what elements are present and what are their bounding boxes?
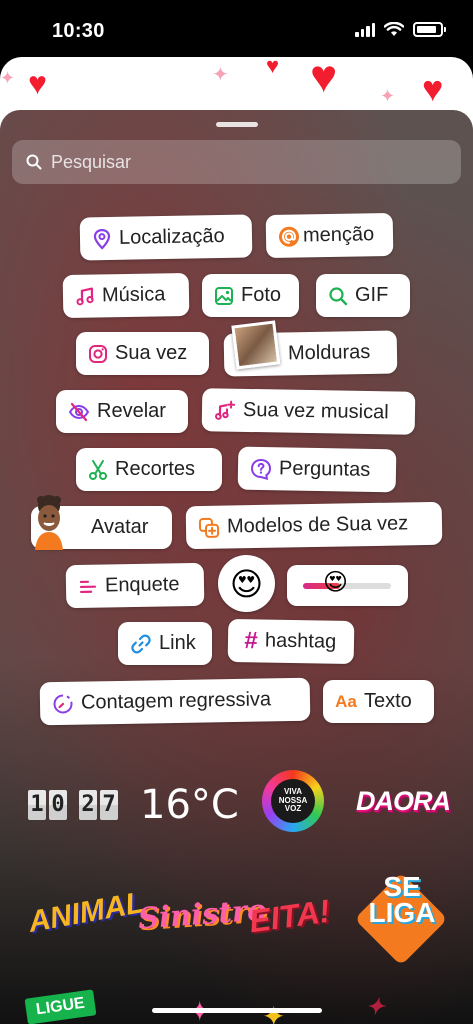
your-turn-music-label: Sua vez musical — [242, 398, 389, 424]
battery-icon — [413, 22, 446, 37]
link-sticker[interactable]: Link — [118, 622, 212, 665]
sparkle-icon: ✦ — [380, 86, 396, 106]
search-input[interactable] — [51, 151, 461, 173]
location-sticker[interactable]: Localização — [79, 214, 253, 261]
poll-label: Enquete — [104, 573, 180, 597]
status-time: 10:30 — [52, 20, 105, 42]
reveal-sticker[interactable]: Revelar — [56, 390, 188, 433]
daora-sticker[interactable]: DAORA — [356, 786, 451, 817]
templates-add-icon — [198, 517, 220, 538]
cellular-signal-icon — [355, 22, 375, 37]
se-liga-sticker[interactable]: SE LIGA — [354, 870, 448, 966]
avatar-image — [35, 495, 63, 550]
location-pin-icon — [93, 228, 111, 250]
gif-label: GIF — [355, 284, 389, 306]
questions-sticker[interactable]: Perguntas — [237, 446, 397, 493]
slider-knob-emoji: 😍 — [323, 569, 349, 596]
cutouts-label: Recortes — [115, 458, 196, 480]
hashtag-sticker[interactable]: # hashtag — [227, 618, 355, 665]
hashtag-label: hashtag — [264, 629, 337, 653]
music-add-icon — [215, 400, 236, 420]
photo-label: Foto — [241, 284, 282, 306]
heart-icon: ♥ — [28, 65, 47, 101]
partial-red-sticker[interactable]: ✦ — [366, 994, 384, 1020]
countdown-timer-icon — [53, 693, 73, 713]
music-label: Música — [101, 283, 166, 307]
photo-sticker[interactable]: Foto — [202, 274, 299, 317]
se-liga-line: LIGA — [368, 897, 436, 928]
hashtag-icon: # — [244, 626, 258, 654]
gif-search-icon — [329, 286, 348, 305]
frame-photo-thumbnail — [231, 320, 281, 370]
sparkle-icon: ✦ — [212, 64, 229, 86]
mention-at-icon — [279, 226, 300, 247]
questions-label: Perguntas — [278, 457, 371, 481]
your-turn-music-sticker[interactable]: Sua vez musical — [201, 388, 416, 435]
heart-icon: ♥ — [310, 57, 338, 102]
link-label: Link — [159, 632, 196, 654]
avatar-sticker[interactable]: Avatar — [31, 495, 172, 550]
reveal-label: Revelar — [97, 400, 166, 422]
heart-icon: ♥ — [422, 68, 444, 109]
music-sticker[interactable]: Música — [62, 272, 190, 319]
clock-digit: 2 — [79, 790, 97, 820]
cutouts-sticker[interactable]: Recortes — [76, 448, 222, 491]
question-bubble-icon — [251, 458, 272, 480]
countdown-label: Contagem regressiva — [80, 688, 272, 714]
viva-line: VOZ — [284, 804, 302, 814]
frames-sticker[interactable]: Molduras — [223, 320, 398, 377]
clock-sticker[interactable]: 1 0 2 7 — [28, 790, 118, 820]
clock-digit: 0 — [49, 790, 67, 820]
wifi-icon — [384, 22, 404, 36]
status-icons — [355, 22, 446, 37]
viva-nossa-voz-sticker[interactable]: VIVA NOSSA VOZ — [262, 770, 324, 832]
text-aa-icon: Aa — [335, 691, 357, 711]
text-sticker[interactable]: Aa Texto — [323, 680, 434, 723]
eye-off-icon — [68, 402, 90, 421]
photo-image-icon — [215, 286, 233, 305]
mention-sticker[interactable]: menção — [265, 212, 394, 259]
temperature-sticker[interactable]: 16°C — [140, 782, 239, 828]
drag-handle[interactable] — [216, 122, 258, 127]
se-liga-text: SE LIGA — [360, 873, 444, 928]
scissors-icon — [89, 459, 107, 480]
mention-label: menção — [302, 223, 375, 247]
camera-icon — [89, 344, 107, 363]
countdown-sticker[interactable]: Contagem regressiva — [39, 677, 311, 726]
link-icon — [131, 634, 151, 653]
sparkle-icon: ✦ — [0, 68, 16, 88]
your-turn-templates-sticker[interactable]: Modelos de Sua vez — [185, 501, 443, 550]
emoji-reaction-sticker[interactable]: 😍 — [218, 555, 275, 612]
status-bar: 10:30 — [0, 0, 473, 60]
home-indicator[interactable] — [152, 1008, 322, 1013]
heart-icon: ♥ — [266, 57, 280, 78]
heart-eyes-emoji: 😍 — [229, 565, 264, 602]
your-turn-templates-label: Modelos de Sua vez — [226, 512, 409, 538]
music-note-icon — [76, 286, 94, 305]
gif-sticker[interactable]: GIF — [316, 274, 410, 317]
search-icon — [26, 154, 42, 170]
avatar-label: Avatar — [91, 516, 149, 538]
text-label: Texto — [364, 690, 412, 712]
poll-sticker[interactable]: Enquete — [65, 562, 205, 609]
your-turn-label: Sua vez — [115, 342, 188, 364]
clock-digit: 7 — [100, 790, 118, 820]
location-label: Localização — [118, 224, 225, 249]
search-bar[interactable] — [12, 140, 461, 184]
your-turn-sticker[interactable]: Sua vez — [76, 332, 209, 375]
clock-digit: 1 — [28, 790, 46, 820]
poll-bars-icon — [79, 580, 97, 593]
emoji-slider-sticker[interactable]: 😍 — [287, 565, 408, 606]
frames-label: Molduras — [287, 340, 371, 365]
viva-nossa-voz-badge: VIVA NOSSA VOZ — [271, 779, 315, 823]
